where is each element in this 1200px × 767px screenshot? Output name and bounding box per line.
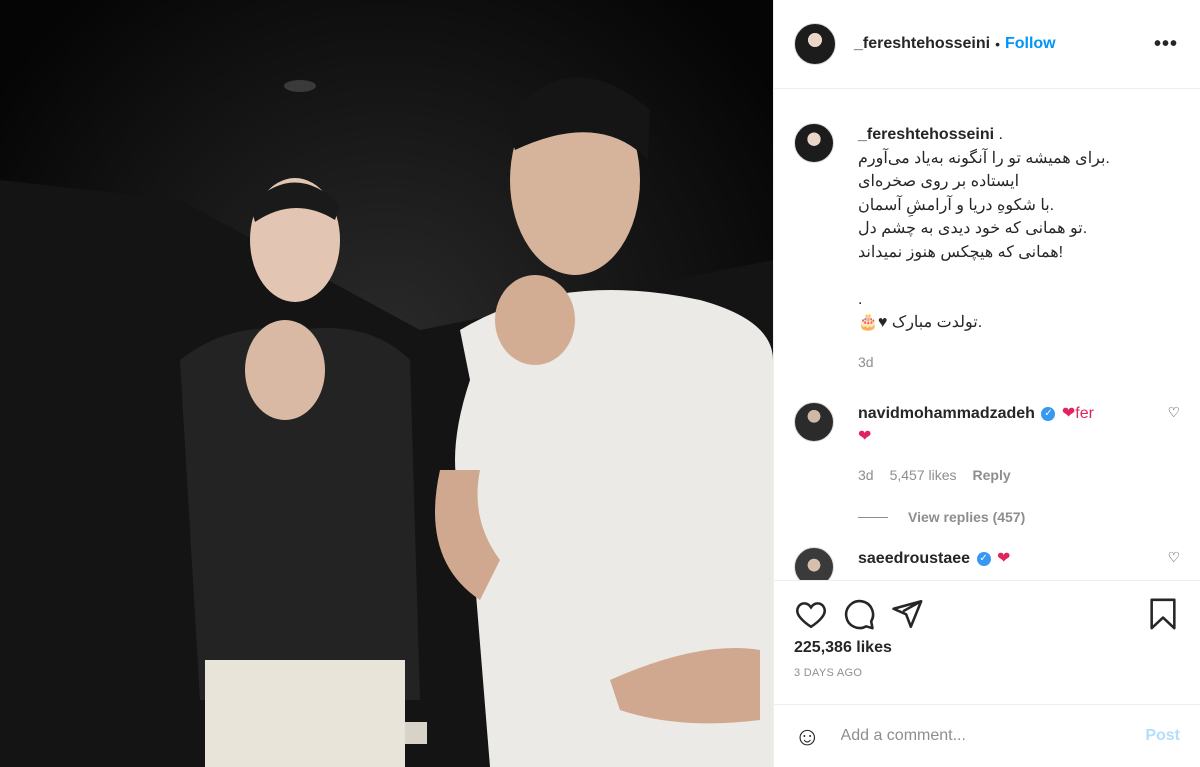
separator-dot: • <box>995 36 1000 52</box>
action-icons <box>794 597 1180 631</box>
view-replies-label: View replies (457) <box>908 509 1026 525</box>
comment-meta: 3d 5,457 likes Reply <box>858 464 1138 487</box>
emoji-icon[interactable]: ☺ <box>794 721 821 752</box>
comments-list[interactable]: _fereshtehosseini . برای همیشه تو را آنگ… <box>774 89 1200 580</box>
caption-line <box>858 264 1110 288</box>
commenter-username[interactable]: navidmohammadzadeh <box>858 405 1035 422</box>
post-header: _fereshtehosseini • Follow ••• <box>774 0 1200 89</box>
more-options-icon[interactable]: ••• <box>1154 33 1178 56</box>
like-heart-icon[interactable] <box>794 597 828 631</box>
caption-line: ایستاده بر روی صخره‌ای <box>858 173 1020 190</box>
caption: _fereshtehosseini . برای همیشه تو را آنگ… <box>794 123 1180 374</box>
comment-likes[interactable]: 5,457 likes <box>890 464 957 487</box>
share-paper-plane-icon[interactable] <box>890 597 924 631</box>
instagram-post: _fereshtehosseini • Follow ••• _fereshte… <box>0 0 1200 767</box>
save-bookmark-icon[interactable] <box>1146 597 1180 631</box>
replies-divider <box>858 516 888 518</box>
verified-badge-icon: ✓ <box>1041 406 1056 421</box>
caption-line: همانی که هیچکس هنوز نمیداند! <box>858 243 1064 261</box>
comment-input[interactable] <box>840 727 1146 745</box>
author-avatar[interactable] <box>794 23 836 65</box>
post-date[interactable]: 3 DAYS AGO <box>794 667 1180 679</box>
comment-time[interactable]: 3d <box>858 464 874 487</box>
comment: saeedroustaee ✓ ❤ ♡ <box>794 547 1180 580</box>
comment-like-icon[interactable]: ♡ <box>1167 549 1180 566</box>
comment-text: ❤ <box>996 550 1011 567</box>
comment-bubble-icon[interactable] <box>842 597 876 631</box>
add-comment-bar: ☺ Post <box>774 704 1200 767</box>
commenter-avatar[interactable] <box>794 547 834 580</box>
post-photo[interactable] <box>0 0 773 767</box>
caption-line: برای همیشه تو را آنگونه به‌یاد می‌آورم. <box>858 149 1110 167</box>
verified-badge-icon: ✓ <box>976 551 991 566</box>
comment-text-line: ❤ <box>858 428 872 445</box>
caption-line: تو همانی که خود دیدی به چشم دل. <box>858 220 1088 237</box>
author-username[interactable]: _fereshtehosseini <box>854 35 990 53</box>
comment-body: navidmohammadzadeh ✓ ❤fer ❤ 3d 5,457 lik… <box>858 402 1138 487</box>
commenter-username[interactable]: saeedroustaee <box>858 550 970 567</box>
reply-button[interactable]: Reply <box>973 464 1011 487</box>
likes-count[interactable]: 225,386 likes <box>794 639 1180 657</box>
caption-line: . <box>858 290 863 308</box>
view-replies-button[interactable]: View replies (457) <box>858 509 1180 525</box>
comment-body: saeedroustaee ✓ ❤ <box>858 547 1138 580</box>
caption-body: _fereshtehosseini . برای همیشه تو را آنگ… <box>858 123 1110 374</box>
commenter-avatar[interactable] <box>794 402 834 442</box>
comment-like-icon[interactable]: ♡ <box>1167 404 1180 421</box>
caption-time[interactable]: 3d <box>858 351 1110 375</box>
caption-username[interactable]: _fereshtehosseini <box>858 126 994 143</box>
comment-text: ❤fer <box>1061 405 1094 422</box>
comment: navidmohammadzadeh ✓ ❤fer ❤ 3d 5,457 lik… <box>794 402 1180 487</box>
caption-avatar[interactable] <box>794 123 834 163</box>
caption-line: 🎂♥ تولدت مبارک. <box>858 314 983 331</box>
post-side-panel: _fereshtehosseini • Follow ••• _fereshte… <box>773 0 1200 767</box>
post-actions: 225,386 likes 3 DAYS AGO <box>774 580 1200 704</box>
post-comment-button[interactable]: Post <box>1145 727 1180 745</box>
caption-suffix: . <box>994 126 1003 143</box>
photo-illustration <box>0 0 773 767</box>
follow-button[interactable]: Follow <box>1005 35 1056 53</box>
caption-line: با شکوهِ دریا و آرامشِ آسمان. <box>858 196 1055 214</box>
